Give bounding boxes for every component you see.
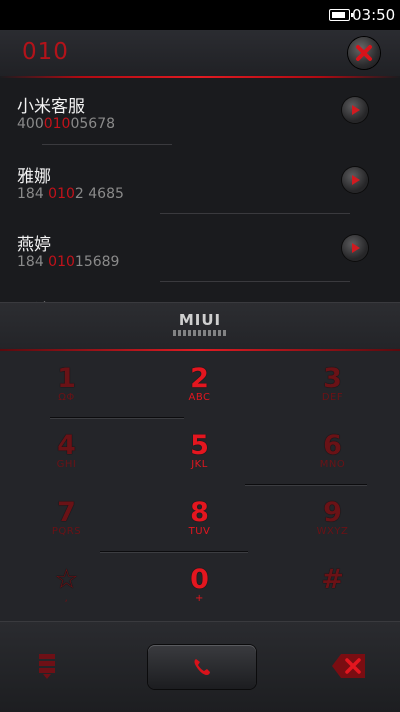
search-results: 小米客服 40001005678 雅娜 184 0102 4685 燕婷 184… <box>0 78 400 302</box>
menu-icon[interactable] <box>34 654 60 680</box>
dial-keypad: 1 ΩΦ 2 ABC 3 DEF 4 GHI 5 JKL 6 MNO 7 PQRS 8 TUV … <box>0 351 400 621</box>
status-bar: 03:50 <box>0 0 400 30</box>
arrow-right-icon[interactable] <box>342 97 368 123</box>
arrow-right-icon[interactable] <box>342 235 368 261</box>
contact-name: 燕婷 <box>17 235 51 255</box>
key-3[interactable]: 3 DEF <box>266 351 399 418</box>
miui-logo: MIUI <box>170 311 230 341</box>
divider <box>160 213 350 214</box>
key-1[interactable]: 1 ΩΦ <box>0 351 133 418</box>
key-9[interactable]: 9 WXYZ <box>266 485 399 552</box>
divider <box>42 144 172 145</box>
key-star[interactable]: ☆, <box>0 552 133 619</box>
clear-button[interactable] <box>348 37 380 69</box>
contact-number: 40001005678 <box>17 116 116 132</box>
battery-icon <box>329 9 353 21</box>
phone-icon <box>194 659 210 675</box>
status-time: 03:50 <box>352 6 396 24</box>
key-2[interactable]: 2 ABC <box>133 351 266 418</box>
keypad-divider <box>245 484 367 485</box>
call-button[interactable] <box>148 645 256 689</box>
key-7[interactable]: 7 PQRS <box>0 485 133 552</box>
keypad-divider <box>100 551 248 552</box>
key-0[interactable]: 0 + <box>133 552 266 619</box>
search-query[interactable]: 010 <box>22 39 69 65</box>
result-row[interactable]: 小米客服 40001005678 <box>0 78 400 148</box>
contact-name: 雅娜 <box>17 167 51 187</box>
result-row[interactable]: 雅娜 184 0102 4685 <box>0 148 400 218</box>
keypad-header: MIUI <box>0 302 400 351</box>
arrow-right-icon[interactable] <box>342 167 368 193</box>
keypad-divider <box>50 417 184 418</box>
key-hash[interactable]: # <box>266 552 399 619</box>
contact-name: 小米客服 <box>17 97 85 117</box>
contact-number: 184 0102 4685 <box>17 186 124 202</box>
divider <box>160 281 350 282</box>
key-5[interactable]: 5 JKL <box>133 418 266 485</box>
search-header: 010 <box>0 30 400 76</box>
backspace-icon[interactable] <box>331 653 367 679</box>
bottom-bar <box>0 621 400 712</box>
key-4[interactable]: 4 GHI <box>0 418 133 485</box>
result-row[interactable]: 燕婷 184 01015689 <box>0 216 400 286</box>
key-6[interactable]: 6 MNO <box>266 418 399 485</box>
key-8[interactable]: 8 TUV <box>133 485 266 552</box>
close-icon <box>356 45 372 61</box>
contact-number: 184 01015689 <box>17 254 120 270</box>
